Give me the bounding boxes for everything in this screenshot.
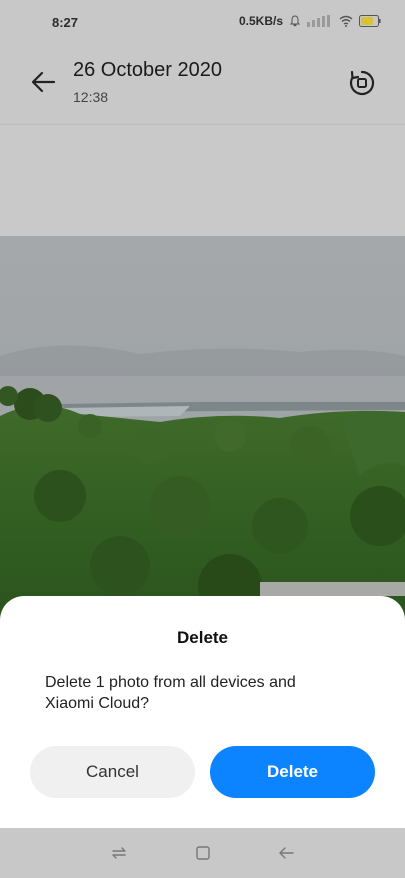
menu-button[interactable] (109, 843, 129, 863)
cancel-button[interactable]: Cancel (30, 746, 195, 798)
delete-dialog: Delete Delete 1 photo from all devices a… (0, 596, 405, 828)
status-time: 8:27 (52, 15, 79, 30)
dialog-title: Delete (176, 628, 229, 647)
battery-icon (359, 15, 381, 27)
signal-icon (307, 15, 330, 27)
back-button[interactable] (28, 68, 60, 96)
navigation-bar (0, 828, 405, 878)
home-button[interactable] (193, 843, 213, 863)
home-icon (196, 846, 210, 860)
page-title: 26 October 2020 (73, 59, 222, 81)
status-indicators: 0.5KB/s (239, 14, 381, 28)
app-header: 26 October 2020 12:38 (0, 46, 405, 125)
nav-back-button[interactable] (276, 843, 296, 863)
rotate-button[interactable] (347, 68, 377, 98)
arrow-left-icon (31, 71, 56, 93)
rotate-icon (349, 70, 375, 96)
menu-icon (112, 847, 126, 859)
delete-button[interactable]: Delete (210, 746, 375, 798)
bell-icon (289, 15, 301, 27)
page-subtitle: 12:38 (73, 89, 109, 105)
dialog-message: Delete 1 photo from all devices and Xiao… (45, 674, 296, 712)
back-icon (279, 847, 294, 859)
wifi-icon (339, 15, 353, 27)
network-speed: 0.5KB/s (238, 14, 283, 28)
status-bar: 8:27 0.5KB/s (0, 0, 405, 46)
